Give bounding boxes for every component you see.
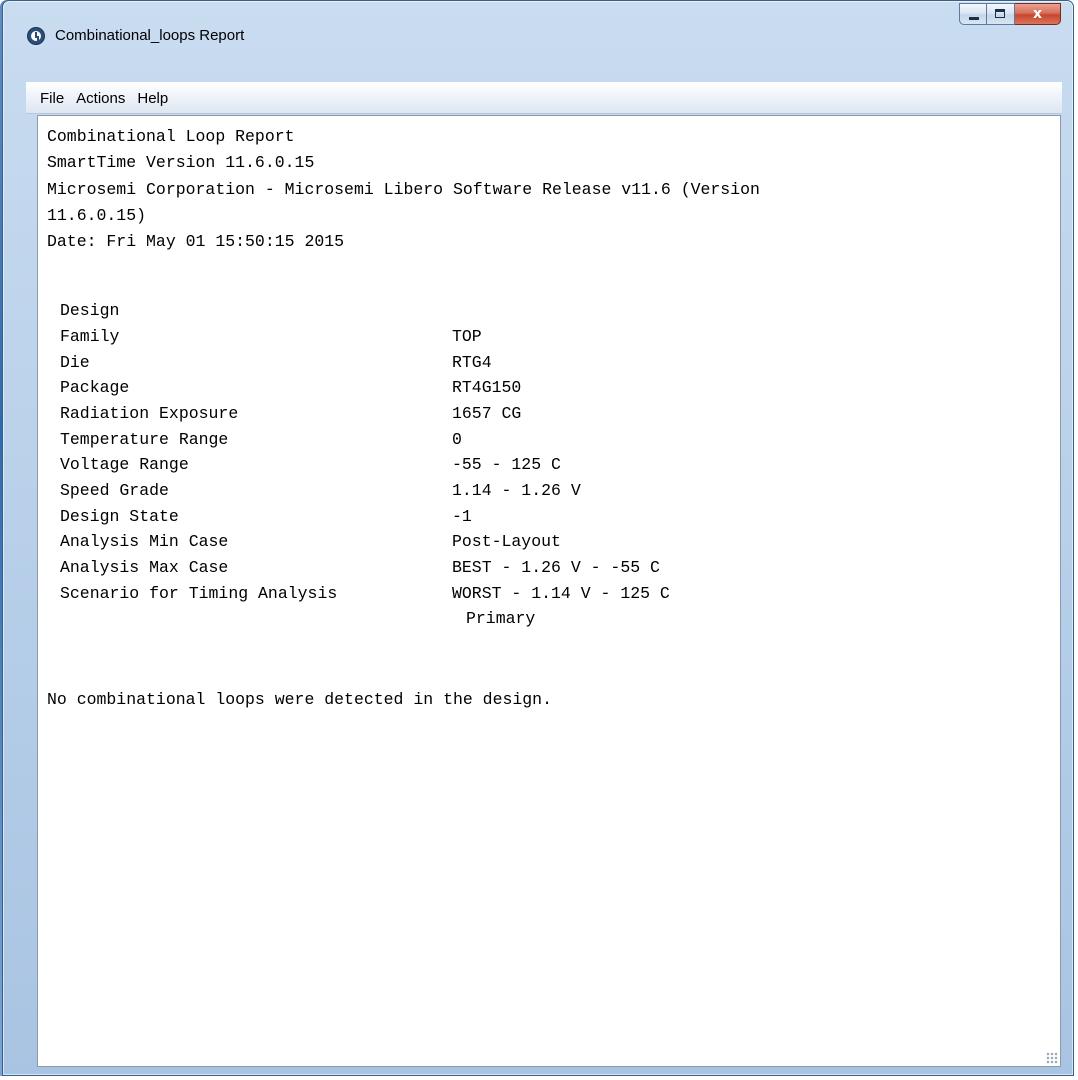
report-title: Combinational Loop Report (47, 127, 295, 146)
property-row: Scenario for Timing Analysis Primary (47, 555, 1060, 629)
property-row: Family RTG4 (47, 298, 1060, 372)
maximize-button[interactable] (987, 3, 1015, 25)
menu-actions[interactable]: Actions (71, 86, 132, 110)
property-row: Voltage Range 1.14 - 1.26 V (47, 427, 1060, 500)
property-row: Speed Grade -1 (47, 452, 1060, 526)
property-row: Design TOP (47, 272, 1060, 346)
property-row: Design State Post-Layout (47, 478, 1060, 552)
title-bar[interactable]: Combinational_loops Report x (3, 1, 1073, 81)
property-row: Die RT4G150 (47, 324, 1060, 398)
property-row: Temperature Range -55 - 125 C (47, 401, 1060, 475)
window-title: Combinational_loops Report (55, 27, 245, 44)
properties-table: Design TOP Family RTG4 Die RT4G150 Packa… (47, 272, 1060, 629)
vendor-line: Microsemi Corporation - Microsemi Libero… (47, 179, 760, 199)
report-date: Date: Fri May 01 15:50:15 2015 (47, 232, 345, 252)
report-text-area[interactable]: Combinational Loop Report SmartTime Vers… (37, 115, 1061, 1067)
close-icon: x (1032, 6, 1043, 22)
property-key: Scenario for Timing Analysis (60, 583, 338, 603)
resize-grip-icon[interactable] (1046, 1052, 1058, 1064)
vendor-line-continued: 11.6.0.15) (47, 205, 147, 225)
property-value: WORST - 1.14 V - 125 C (452, 583, 670, 603)
minimize-button[interactable] (959, 3, 987, 25)
close-button[interactable]: x (1015, 3, 1061, 25)
caption-buttons: x (959, 3, 1061, 25)
property-row: Analysis Min Case BEST - 1.26 V - -55 C (47, 504, 1060, 577)
property-value: Primary (466, 609, 536, 629)
result-message: No combinational loops were detected in … (47, 689, 552, 709)
menu-bar: File Actions Help (26, 82, 1062, 114)
menu-file[interactable]: File (35, 86, 71, 110)
maximize-icon (995, 9, 1005, 18)
clock-icon (27, 27, 45, 45)
property-row: Package 1657 CG (47, 350, 1060, 423)
minimize-icon (969, 17, 979, 20)
menu-help[interactable]: Help (132, 86, 175, 110)
smarttime-version: SmartTime Version 11.6.0.15 (47, 153, 315, 173)
property-row: Analysis Max Case WORST - 1.14 V - 125 C (47, 529, 1060, 603)
property-row: Radiation Exposure 0 (47, 375, 1060, 449)
